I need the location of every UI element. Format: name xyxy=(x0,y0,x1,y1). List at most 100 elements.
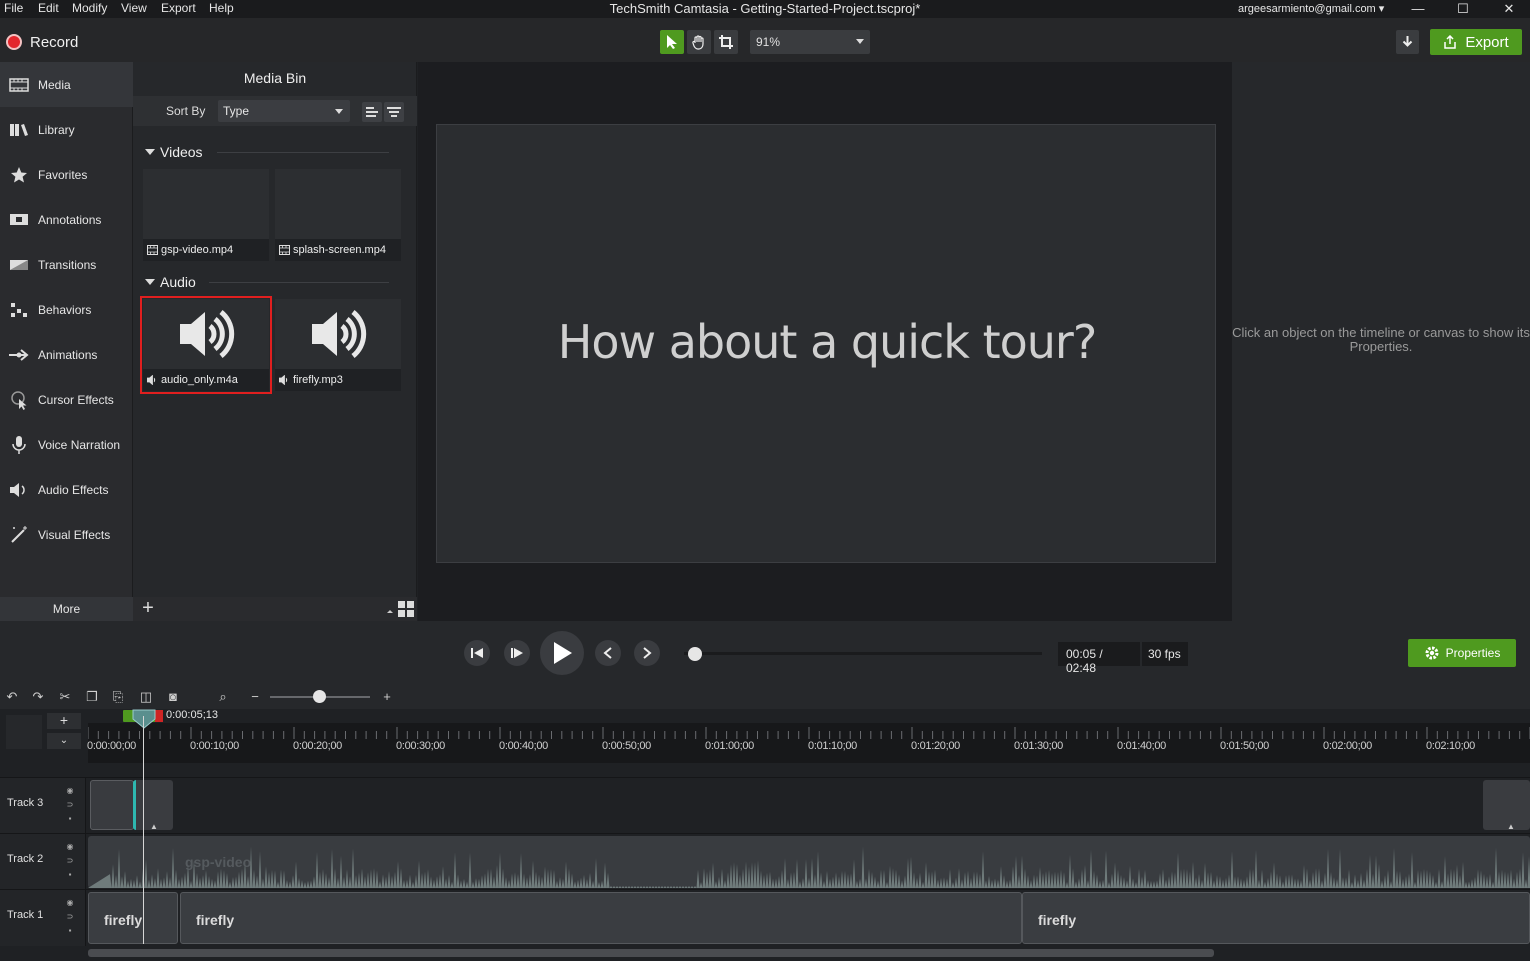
timeline-zoom-handle[interactable] xyxy=(313,690,326,703)
sidebar-item-transitions[interactable]: Transitions xyxy=(0,242,133,287)
pan-tool[interactable] xyxy=(687,30,711,54)
record-button[interactable]: Record xyxy=(6,32,78,52)
cut-icon[interactable]: ✂ xyxy=(57,689,73,705)
timeline-ruler[interactable]: + ⌄ 0:00:00;00 0:00:10;00 0:00:20;00 0:00:3… xyxy=(0,709,1530,777)
zoom-dropdown[interactable]: 91% xyxy=(750,30,870,54)
sort-dropdown[interactable]: Type xyxy=(218,100,350,122)
undo-icon[interactable]: ↶ xyxy=(4,689,20,705)
video-thumbnail xyxy=(275,169,401,239)
step-back-button[interactable] xyxy=(464,640,490,666)
minimize-icon[interactable]: — xyxy=(1408,1,1428,17)
eye-icon[interactable]: ◉ xyxy=(67,842,74,851)
play-button[interactable] xyxy=(540,631,584,675)
menu-edit[interactable]: Edit xyxy=(38,1,59,15)
maximize-icon[interactable]: ☐ xyxy=(1453,1,1473,17)
thumbnail-view-button[interactable] xyxy=(385,599,415,619)
lock-icon[interactable]: ▪ xyxy=(69,814,72,823)
menu-view[interactable]: View xyxy=(121,1,147,15)
sort-order-button[interactable] xyxy=(384,102,404,122)
step-forward-icon xyxy=(511,648,523,658)
eye-icon[interactable]: ◉ xyxy=(67,898,74,907)
lock-icon[interactable]: ▪ xyxy=(69,870,72,879)
redo-icon[interactable]: ↷ xyxy=(30,689,46,705)
track-mode-toggle[interactable] xyxy=(6,715,42,749)
export-options-button[interactable] xyxy=(1396,30,1419,54)
copy-icon[interactable]: ❐ xyxy=(84,689,100,705)
audio-section-label: Audio xyxy=(160,274,196,290)
collapse-icon xyxy=(145,149,155,155)
sidebar-item-animations[interactable]: Animations xyxy=(0,332,133,377)
add-track-icon[interactable]: + xyxy=(47,713,81,729)
menu-modify[interactable]: Modify xyxy=(72,1,107,15)
sort-value: Type xyxy=(223,104,250,118)
account-menu[interactable]: argeesarmiento@gmail.com ▾ xyxy=(1238,2,1384,15)
sidebar-item-voice-narration[interactable]: Voice Narration xyxy=(0,422,133,467)
track-2[interactable]: Track 2 ◉ ⊃ ▪ gsp-video xyxy=(0,833,1530,890)
menu-export[interactable]: Export xyxy=(161,1,196,15)
menu-file[interactable]: File xyxy=(4,1,23,15)
export-button[interactable]: Export xyxy=(1430,29,1522,55)
menu-help[interactable]: Help xyxy=(209,1,234,15)
timeline-scrollbar[interactable] xyxy=(88,949,1214,957)
sidebar-item-visual-effects[interactable]: Visual Effects xyxy=(0,512,133,557)
videos-section-header[interactable]: Videos xyxy=(145,144,203,160)
properties-hint: Click an object on the timeline or canva… xyxy=(1232,325,1530,354)
more-button[interactable]: More xyxy=(0,597,133,621)
clip-expand-icon[interactable]: ▲ xyxy=(1507,822,1515,831)
lock-icon[interactable]: ▪ xyxy=(69,926,72,935)
pointer-icon xyxy=(667,35,677,49)
paste-icon[interactable]: ⎘ xyxy=(110,689,126,705)
hand-icon xyxy=(692,35,704,50)
zoom-fit-icon[interactable]: ⌕ xyxy=(215,689,231,705)
media-item-splash-screen[interactable]: splash-screen.mp4 xyxy=(275,169,401,261)
step-forward-button[interactable] xyxy=(504,640,530,666)
audio-clip[interactable]: firefly xyxy=(1022,892,1530,944)
track-3[interactable]: Track 3 ◉ ⊃ ▪ ▲ ▲ xyxy=(0,777,1530,834)
ruler-label: 0:00:20;00 xyxy=(293,740,342,752)
sidebar-item-favorites[interactable]: Favorites xyxy=(0,152,133,197)
cursor-icon xyxy=(11,390,27,410)
playhead-icon[interactable] xyxy=(132,709,156,729)
video-thumbnail xyxy=(143,169,269,239)
add-media-icon[interactable]: + xyxy=(137,598,159,620)
track-1[interactable]: Track 1 ◉ ⊃ ▪ firefly firefly firefly xyxy=(0,889,1530,946)
arrow-icon xyxy=(9,348,29,361)
eye-icon[interactable]: ◉ xyxy=(67,786,74,795)
audio-section-header[interactable]: Audio xyxy=(145,274,196,290)
media-item-firefly[interactable]: firefly.mp3 xyxy=(275,299,401,391)
sidebar-item-behaviors[interactable]: Behaviors xyxy=(0,287,133,332)
next-clip-button[interactable] xyxy=(634,640,660,666)
media-item-gsp-video[interactable]: gsp-video.mp4 xyxy=(143,169,269,261)
out-point-marker[interactable] xyxy=(155,710,163,722)
select-tool[interactable] xyxy=(660,30,684,54)
crop-tool[interactable] xyxy=(714,30,738,54)
scrub-bar[interactable] xyxy=(684,652,1042,655)
sidebar-item-annotations[interactable]: Annotations xyxy=(0,197,133,242)
clip-expand-icon[interactable]: ▲ xyxy=(150,822,158,831)
link-icon[interactable]: ⊃ xyxy=(67,800,74,809)
split-icon[interactable]: ◫ xyxy=(138,689,154,705)
close-icon[interactable]: ✕ xyxy=(1499,1,1519,17)
sidebar-item-cursor-effects[interactable]: Cursor Effects xyxy=(0,377,133,422)
link-icon[interactable]: ⊃ xyxy=(67,856,74,865)
properties-button[interactable]: Properties xyxy=(1408,639,1516,667)
link-icon[interactable]: ⊃ xyxy=(67,912,74,921)
video-clip[interactable] xyxy=(90,780,134,830)
audio-clip[interactable]: firefly xyxy=(180,892,1022,944)
sidebar-item-audio-effects[interactable]: Audio Effects xyxy=(0,467,133,512)
preview-canvas[interactable]: How about a quick tour? xyxy=(436,124,1216,563)
snapshot-icon[interactable]: ◙ xyxy=(165,689,181,705)
audio-clip[interactable]: gsp-video xyxy=(88,836,1530,888)
media-item-audio-only[interactable]: audio_only.m4a xyxy=(140,296,272,394)
audio-clip[interactable]: firefly xyxy=(88,892,178,944)
speaker-icon xyxy=(312,310,367,358)
sidebar-item-library[interactable]: Library xyxy=(0,107,133,152)
chevron-down-icon[interactable]: ⌄ xyxy=(47,733,81,749)
sort-icon xyxy=(387,107,401,117)
scrub-handle[interactable] xyxy=(687,647,702,661)
zoom-in-icon[interactable]: + xyxy=(379,689,395,705)
previous-clip-button[interactable] xyxy=(595,640,621,666)
zoom-out-icon[interactable]: − xyxy=(247,689,263,705)
details-view-button[interactable] xyxy=(362,102,382,122)
sidebar-item-media[interactable]: Media xyxy=(0,62,133,107)
